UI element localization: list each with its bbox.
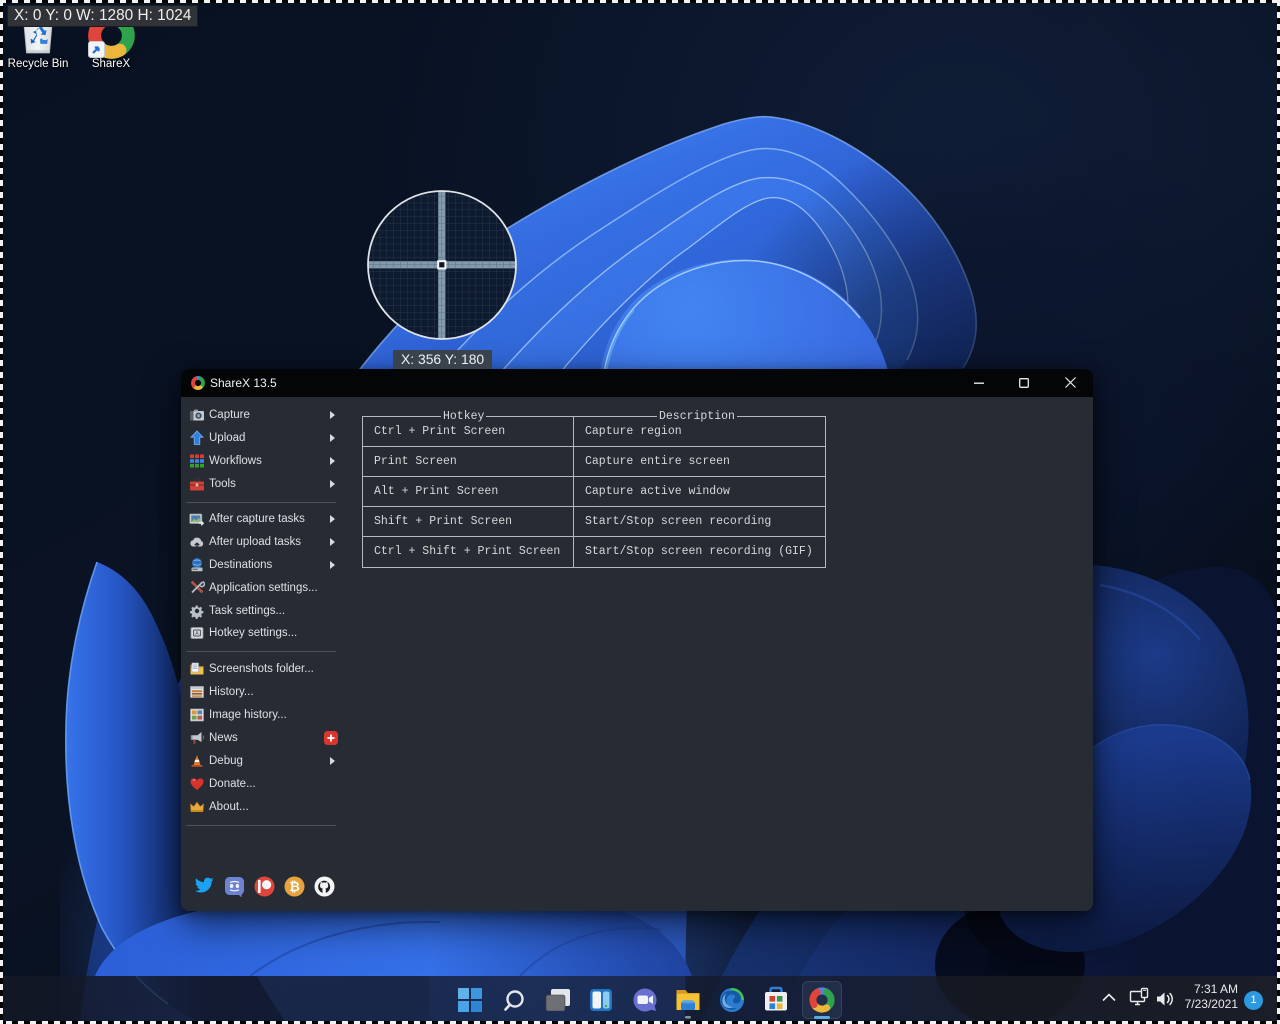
svg-text:A: A [195, 631, 199, 637]
svg-text:₿: ₿ [289, 879, 300, 894]
